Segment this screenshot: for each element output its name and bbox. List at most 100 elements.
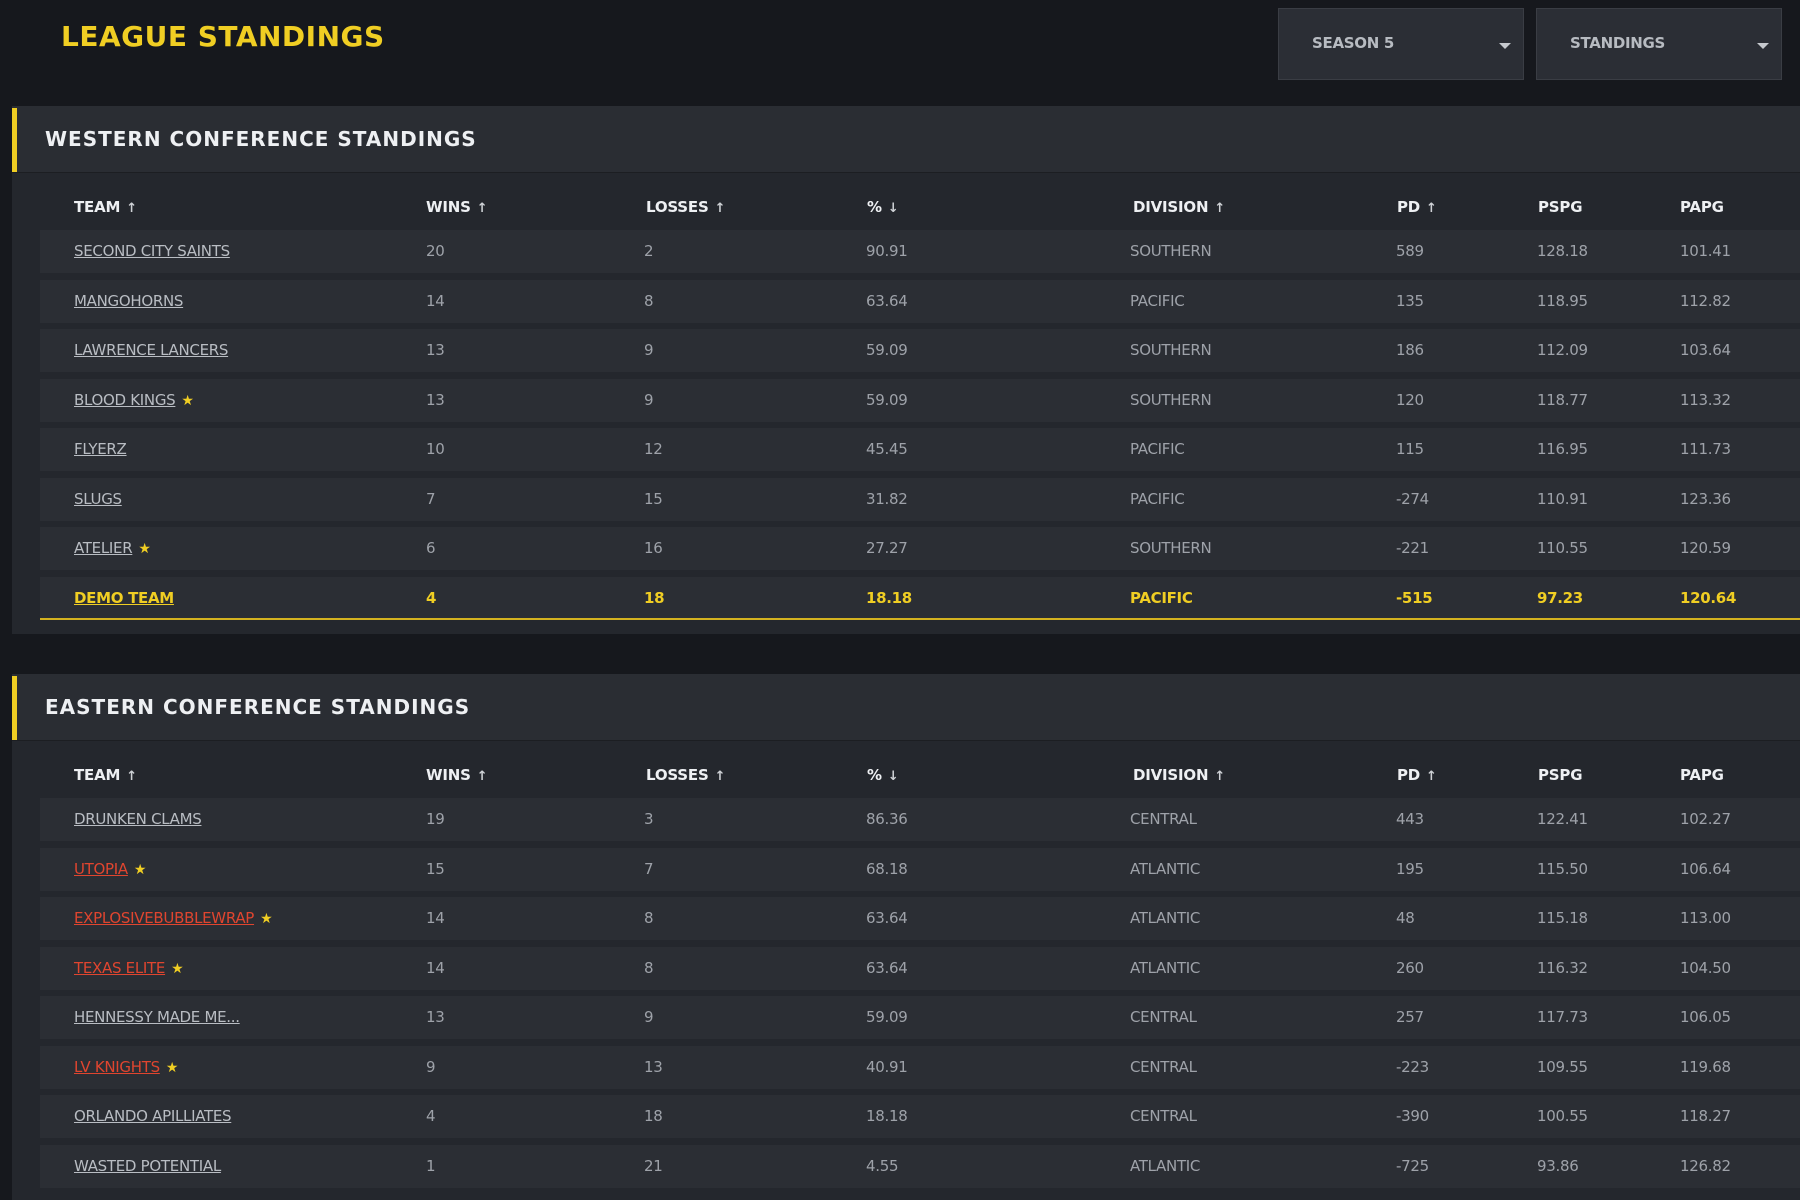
losses-cell: 8 bbox=[644, 958, 654, 977]
column-header-wins[interactable]: WINS ↑ bbox=[426, 198, 488, 216]
division-cell: ATLANTIC bbox=[1130, 859, 1201, 878]
papg-cell: 119.68 bbox=[1680, 1057, 1731, 1076]
column-header-papg[interactable]: PAPG bbox=[1680, 766, 1724, 784]
losses-cell: 3 bbox=[644, 810, 654, 828]
papg-cell: 101.41 bbox=[1680, 242, 1731, 260]
column-header-pd[interactable]: PD ↑ bbox=[1397, 766, 1437, 784]
view-select-value: STANDINGS bbox=[1570, 34, 1666, 52]
column-header-label: PSPG bbox=[1538, 198, 1583, 216]
team-link[interactable]: DRUNKEN CLAMS bbox=[74, 810, 202, 828]
view-select[interactable]: STANDINGS bbox=[1536, 8, 1782, 80]
pspg-cell: 116.95 bbox=[1537, 440, 1588, 458]
wins-cell: 14 bbox=[426, 958, 445, 977]
table-row: HENNESSY MADE ME... 13 9 59.09 CENTRAL 257 117… bbox=[40, 996, 1800, 1039]
column-header-label: WINS bbox=[426, 766, 471, 784]
team-cell: WASTED POTENTIAL bbox=[74, 1157, 221, 1175]
team-link[interactable]: EXPLOSIVEBUBBLEWRAP bbox=[74, 909, 254, 927]
column-header-pspg[interactable]: PSPG bbox=[1538, 766, 1583, 784]
pspg-cell: 97.23 bbox=[1537, 588, 1583, 607]
team-link[interactable]: FLYERZ bbox=[74, 440, 127, 458]
season-select[interactable]: SEASON 5 bbox=[1278, 8, 1524, 80]
sort-desc-icon: ↓ bbox=[887, 769, 899, 784]
pspg-cell: 112.09 bbox=[1537, 341, 1588, 359]
pct-cell: 4.55 bbox=[866, 1156, 899, 1175]
losses-cell: 7 bbox=[644, 859, 654, 878]
papg-cell: 113.00 bbox=[1680, 909, 1731, 927]
column-header-label: PSPG bbox=[1538, 766, 1583, 784]
column-header-losses[interactable]: LOSSES ↑ bbox=[646, 198, 725, 216]
column-header-team[interactable]: TEAM ↑ bbox=[74, 766, 137, 784]
pd-cell: 115 bbox=[1396, 440, 1424, 458]
table-row: DEMO TEAM 4 18 18.18 PACIFIC -515 97.23 120.64 bbox=[40, 576, 1800, 620]
eastern-conference-header: EASTERN CONFERENCE STANDINGS bbox=[12, 674, 1800, 741]
team-cell: ORLANDO APILLIATES bbox=[74, 1107, 232, 1125]
pd-cell: 195 bbox=[1396, 859, 1424, 878]
season-select-value: SEASON 5 bbox=[1312, 34, 1395, 52]
eastern-standings-table: DRUNKEN CLAMS 19 3 86.36 CENTRAL 443 122.41 102… bbox=[40, 798, 1800, 1194]
team-cell: UTOPIA ★ bbox=[74, 860, 146, 878]
papg-cell: 120.59 bbox=[1680, 539, 1731, 557]
team-link[interactable]: UTOPIA bbox=[74, 860, 128, 878]
wins-cell: 13 bbox=[426, 1008, 445, 1026]
losses-cell: 13 bbox=[644, 1057, 663, 1076]
column-header-losses[interactable]: LOSSES ↑ bbox=[646, 766, 725, 784]
column-header-label: TEAM bbox=[74, 766, 121, 784]
sort-asc-icon: ↑ bbox=[126, 769, 137, 784]
team-link[interactable]: LV KNIGHTS bbox=[74, 1058, 160, 1076]
table-row: SECOND CITY SAINTS 20 2 90.91 SOUTHERN 589 128… bbox=[40, 230, 1800, 273]
column-header-pct[interactable]: % ↓ bbox=[867, 766, 899, 784]
team-link[interactable]: ATELIER bbox=[74, 539, 133, 557]
column-header-papg[interactable]: PAPG bbox=[1680, 198, 1724, 216]
division-cell: ATLANTIC bbox=[1130, 909, 1201, 927]
team-link[interactable]: TEXAS ELITE bbox=[74, 959, 165, 977]
losses-cell: 18 bbox=[644, 588, 665, 607]
wins-cell: 13 bbox=[426, 341, 445, 359]
team-cell: EXPLOSIVEBUBBLEWRAP ★ bbox=[74, 909, 273, 927]
team-cell: HENNESSY MADE ME... bbox=[74, 1008, 240, 1026]
team-link[interactable]: SLUGS bbox=[74, 490, 122, 508]
team-link[interactable]: LAWRENCE LANCERS bbox=[74, 341, 228, 359]
pd-cell: 260 bbox=[1396, 958, 1424, 977]
team-cell: FLYERZ bbox=[74, 440, 127, 458]
papg-cell: 104.50 bbox=[1680, 958, 1731, 977]
wins-cell: 15 bbox=[426, 859, 445, 878]
division-cell: ATLANTIC bbox=[1130, 958, 1201, 977]
losses-cell: 9 bbox=[644, 1008, 654, 1026]
pd-cell: 443 bbox=[1396, 810, 1424, 828]
pspg-cell: 109.55 bbox=[1537, 1057, 1588, 1076]
team-link[interactable]: BLOOD KINGS bbox=[74, 391, 176, 409]
column-header-wins[interactable]: WINS ↑ bbox=[426, 766, 488, 784]
column-header-pct[interactable]: % ↓ bbox=[867, 198, 899, 216]
team-link[interactable]: SECOND CITY SAINTS bbox=[74, 242, 230, 260]
pd-cell: -274 bbox=[1396, 489, 1429, 508]
column-header-team[interactable]: TEAM ↑ bbox=[74, 198, 137, 216]
pd-cell: 589 bbox=[1396, 242, 1424, 260]
column-header-label: LOSSES bbox=[646, 198, 709, 216]
column-header-division[interactable]: DIVISION ↑ bbox=[1133, 198, 1225, 216]
page-title: LEAGUE STANDINGS bbox=[61, 20, 385, 53]
star-icon: ★ bbox=[260, 911, 273, 927]
team-link[interactable]: MANGOHORNS bbox=[74, 292, 183, 310]
division-cell: CENTRAL bbox=[1130, 1107, 1197, 1125]
column-header-division[interactable]: DIVISION ↑ bbox=[1133, 766, 1225, 784]
column-header-pd[interactable]: PD ↑ bbox=[1397, 198, 1437, 216]
team-cell: ATELIER ★ bbox=[74, 539, 151, 557]
pct-cell: 63.64 bbox=[866, 909, 908, 927]
team-link[interactable]: HENNESSY MADE ME... bbox=[74, 1008, 240, 1026]
team-link[interactable]: DEMO TEAM bbox=[74, 589, 174, 607]
pd-cell: -515 bbox=[1396, 588, 1433, 607]
table-row: LV KNIGHTS ★ 9 13 40.91 CENTRAL -223 109.55 119.… bbox=[40, 1045, 1800, 1089]
pd-cell: -390 bbox=[1396, 1107, 1429, 1125]
sort-asc-icon: ↑ bbox=[714, 769, 726, 784]
team-cell: MANGOHORNS bbox=[74, 292, 183, 310]
wins-cell: 1 bbox=[426, 1156, 436, 1175]
standings-page: LEAGUE STANDINGS SEASON 5 STANDINGS WEST… bbox=[0, 0, 1800, 1200]
team-link[interactable]: WASTED POTENTIAL bbox=[74, 1157, 221, 1175]
team-link[interactable]: ORLANDO APILLIATES bbox=[74, 1107, 232, 1125]
column-header-pspg[interactable]: PSPG bbox=[1538, 198, 1583, 216]
pspg-cell: 117.73 bbox=[1537, 1008, 1588, 1026]
wins-cell: 7 bbox=[426, 489, 436, 508]
losses-cell: 9 bbox=[644, 341, 654, 359]
sort-asc-icon: ↑ bbox=[1426, 201, 1437, 216]
table-row: UTOPIA ★ 15 7 68.18 ATLANTIC 195 115.50 106.64 bbox=[40, 847, 1800, 891]
